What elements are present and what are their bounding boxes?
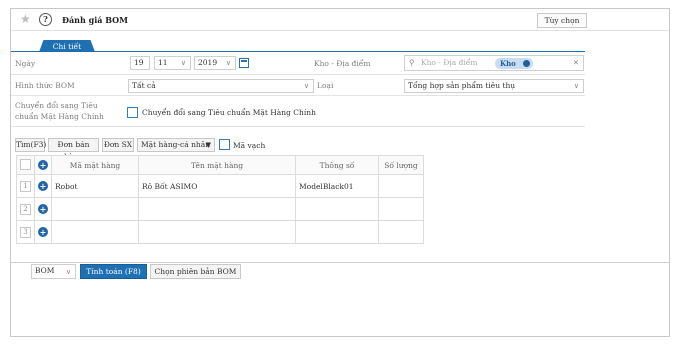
- row-number[interactable]: 1: [20, 180, 31, 192]
- table-row: 2 +: [16, 197, 424, 221]
- cell-item-code[interactable]: [51, 220, 139, 244]
- form-row-date: Ngày 19 11 ∨ 2019 ∨ Kho - Địa điểm ⚲ Kho…: [11, 52, 585, 75]
- items-table: + Mã mặt hàng Tên mặt hàng Thông số Số l…: [16, 155, 424, 244]
- add-row-icon[interactable]: +: [38, 227, 48, 237]
- type-value: Tổng hợp sản phẩm tiêu thụ: [408, 81, 516, 90]
- col-item-code: Mã mặt hàng: [51, 155, 139, 175]
- bom-type-select[interactable]: Tất cả ∨: [128, 79, 314, 93]
- bom-select-value: BOM: [35, 266, 55, 275]
- item-personal-label: Mặt hàng-cá nhân: [141, 140, 211, 149]
- date-month-value: 11: [158, 58, 168, 67]
- type-select[interactable]: Tổng hợp sản phẩm tiêu thụ ∨: [404, 79, 584, 93]
- title-bar: ★ ? Đánh giá BOM Tùy chọn: [11, 9, 669, 31]
- table-header-row: + Mã mặt hàng Tên mặt hàng Thông số Số l…: [16, 155, 424, 175]
- help-icon[interactable]: ?: [39, 13, 52, 26]
- row-number-cell[interactable]: 1: [16, 174, 35, 198]
- barcode-label: Mã vạch: [233, 141, 266, 150]
- caret-down-icon: ▼: [205, 141, 211, 149]
- cell-quantity[interactable]: [378, 220, 424, 244]
- search-button[interactable]: Tìm(F3): [15, 138, 46, 152]
- row-action-cell: +: [34, 174, 52, 198]
- cell-spec[interactable]: [295, 197, 379, 221]
- date-year-value: 2019: [198, 58, 218, 67]
- warehouse-placeholder: Kho - Địa điểm: [421, 58, 478, 67]
- add-row-icon[interactable]: +: [38, 160, 48, 170]
- bom-select[interactable]: BOM ∨: [31, 264, 76, 279]
- add-column-cell: +: [34, 155, 52, 175]
- form-row-convert: Chuyển đổi sang Tiêu chuẩn Mặt Hàng Chín…: [11, 97, 585, 127]
- select-all-cell[interactable]: [16, 155, 35, 175]
- cell-quantity[interactable]: [378, 174, 424, 198]
- add-row-icon[interactable]: +: [38, 181, 48, 191]
- warehouse-tag-kho[interactable]: Kho: [495, 58, 533, 69]
- cell-item-code[interactable]: Robot: [51, 174, 139, 198]
- table-row: 3 +: [16, 220, 424, 244]
- chevron-down-icon: ∨: [225, 59, 231, 67]
- convert-label-line2: chuẩn Mặt Hàng Chính: [15, 112, 104, 121]
- production-order-button[interactable]: Đơn SX: [102, 138, 134, 152]
- row-action-cell: +: [34, 197, 52, 221]
- convert-checkbox[interactable]: [127, 107, 138, 118]
- form-row-bom-type: Hình thức BOM Tất cả ∨ Loại Tổng hợp sản…: [11, 76, 585, 96]
- row-number-cell[interactable]: 3: [16, 220, 35, 244]
- tag-remove-icon[interactable]: [523, 60, 530, 67]
- footer-divider: [11, 262, 669, 263]
- chevron-down-icon: ∨: [303, 82, 309, 90]
- chevron-down-icon: ∨: [65, 268, 71, 276]
- page-title: Đánh giá BOM: [62, 15, 128, 25]
- cell-quantity[interactable]: [378, 197, 424, 221]
- date-day-field[interactable]: 19: [130, 56, 150, 70]
- row-action-cell: +: [34, 220, 52, 244]
- col-quantity: Số lượng: [378, 155, 424, 175]
- bom-evaluation-window: ★ ? Đánh giá BOM Tùy chọn Chi tiết Ngày …: [10, 8, 670, 337]
- sales-order-button[interactable]: Đơn bán hàng: [48, 138, 99, 161]
- cell-item-code[interactable]: [51, 197, 139, 221]
- bom-type-value: Tất cả: [132, 81, 156, 90]
- row-number[interactable]: 3: [20, 226, 31, 238]
- cell-spec[interactable]: [295, 220, 379, 244]
- cell-item-name[interactable]: Rô Bốt ASIMO: [138, 174, 296, 198]
- cell-item-name[interactable]: [138, 197, 296, 221]
- calendar-icon[interactable]: [239, 58, 249, 68]
- date-year-select[interactable]: 2019 ∨: [194, 56, 236, 70]
- calculate-button[interactable]: Tính toán (F8): [80, 264, 147, 279]
- favorite-star-icon[interactable]: ★: [20, 12, 31, 26]
- col-spec: Thông số: [295, 155, 379, 175]
- barcode-checkbox[interactable]: [219, 139, 230, 150]
- close-icon[interactable]: ✕: [573, 57, 579, 69]
- choose-bom-version-button[interactable]: Chọn phiên bản BOM: [150, 264, 241, 279]
- date-label: Ngày: [15, 59, 36, 68]
- search-icon: ⚲: [409, 58, 415, 67]
- col-item-name: Tên mặt hàng: [138, 155, 296, 175]
- warehouse-tag-label: Kho: [500, 59, 516, 68]
- chevron-down-icon: ∨: [573, 82, 579, 90]
- date-month-select[interactable]: 11 ∨: [154, 56, 191, 70]
- row-number-cell[interactable]: 2: [16, 197, 35, 221]
- table-row: 1 + Robot Rô Bốt ASIMO ModelBlack01: [16, 174, 424, 198]
- convert-checkbox-label: Chuyển đổi sang Tiêu chuẩn Mặt Hàng Chín…: [142, 108, 316, 117]
- warehouse-input[interactable]: ⚲ Kho - Địa điểm Kho ✕: [404, 55, 584, 71]
- item-personal-dropdown[interactable]: Mặt hàng-cá nhân ▼: [137, 138, 215, 152]
- select-all-checkbox[interactable]: [20, 158, 31, 170]
- add-row-icon[interactable]: +: [38, 204, 48, 214]
- bom-type-label: Hình thức BOM: [15, 81, 75, 90]
- cell-spec[interactable]: ModelBlack01: [295, 174, 379, 198]
- options-button[interactable]: Tùy chọn: [537, 13, 587, 28]
- type-label: Loại: [317, 81, 334, 90]
- row-number[interactable]: 2: [20, 203, 31, 215]
- chevron-down-icon: ∨: [180, 59, 186, 67]
- cell-item-name[interactable]: [138, 220, 296, 244]
- convert-label-line1: Chuyển đổi sang Tiêu: [15, 101, 98, 110]
- warehouse-label: Kho - Địa điểm: [314, 59, 371, 68]
